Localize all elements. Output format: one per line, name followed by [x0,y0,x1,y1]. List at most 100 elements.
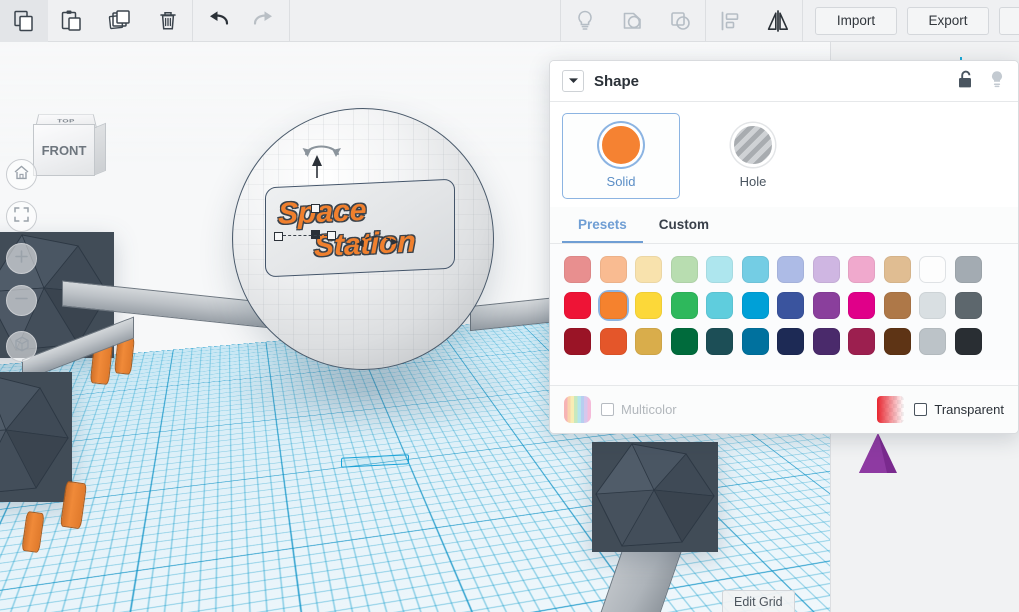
color-swatch-wrap[interactable] [635,256,662,283]
color-swatch-wrap[interactable] [706,256,733,283]
selection-handle-top[interactable] [311,204,320,213]
transparent-checkbox[interactable] [914,403,928,416]
color-swatch-wrap[interactable] [848,292,875,319]
color-swatch[interactable] [599,292,627,319]
color-swatch-wrap[interactable] [599,328,627,355]
color-swatch-wrap[interactable] [706,292,733,319]
color-swatch-wrap[interactable] [848,256,875,283]
color-swatch-wrap[interactable] [919,256,946,283]
color-swatch-wrap[interactable] [812,328,840,355]
color-swatch-wrap[interactable] [919,292,946,319]
color-swatch-wrap[interactable] [777,256,804,283]
undo-button[interactable] [193,0,241,42]
color-swatch[interactable] [635,328,662,355]
scene-polyhedron-right[interactable] [592,442,718,552]
color-swatch[interactable] [919,328,946,355]
scene-text-plate[interactable]: Space Station [265,178,455,278]
color-swatch-wrap[interactable] [670,256,698,283]
color-swatch-wrap[interactable] [741,328,769,355]
color-swatch-wrap[interactable] [741,256,769,283]
color-swatch-wrap[interactable] [706,328,733,355]
color-swatch[interactable] [883,328,911,355]
color-swatch-wrap[interactable] [635,328,662,355]
color-swatch[interactable] [670,256,698,283]
color-swatch[interactable] [670,292,698,319]
color-swatch[interactable] [564,292,591,319]
multicolor-checkbox[interactable] [601,403,614,416]
zoom-in-button[interactable] [6,243,37,274]
color-swatch[interactable] [635,256,662,283]
color-swatch-wrap[interactable] [883,328,911,355]
color-swatch-wrap[interactable] [564,328,591,355]
redo-button[interactable] [241,0,289,42]
color-swatch[interactable] [883,292,911,319]
color-swatch-wrap[interactable] [599,292,627,319]
shape-hint-button[interactable] [988,69,1006,94]
fit-to-view-button[interactable] [6,201,37,232]
color-swatch-wrap[interactable] [848,328,875,355]
color-swatch-wrap[interactable] [954,292,982,319]
color-swatch[interactable] [706,328,733,355]
export-button[interactable]: Export [907,6,989,35]
color-swatch[interactable] [848,328,875,355]
align-button[interactable] [706,0,754,42]
color-swatch-wrap[interactable] [883,256,911,283]
hint-button[interactable] [561,0,609,42]
perspective-toggle-button[interactable] [6,331,37,362]
color-swatch-wrap[interactable] [670,292,698,319]
color-swatch-wrap[interactable] [599,256,627,283]
color-swatch-wrap[interactable] [635,292,662,319]
home-view-button[interactable] [6,159,37,190]
rotate-handle-icon[interactable] [300,138,341,168]
color-swatch-wrap[interactable] [564,256,591,283]
color-swatch[interactable] [848,256,875,283]
color-swatch[interactable] [741,328,769,355]
color-swatch[interactable] [706,292,733,319]
selection-handle-right[interactable] [327,231,336,240]
color-swatch[interactable] [564,256,591,283]
color-swatch[interactable] [848,292,875,319]
view-cube-front-face[interactable]: FRONT [33,124,95,176]
color-swatch-wrap[interactable] [777,292,804,319]
view-cube[interactable]: TOP FRONT [25,102,107,180]
zoom-out-button[interactable] [6,285,37,316]
selection-handle-left[interactable] [274,232,283,241]
color-swatch[interactable] [706,256,733,283]
color-swatch-wrap[interactable] [954,256,982,283]
color-swatch[interactable] [564,328,591,355]
color-swatch-wrap[interactable] [812,256,840,283]
paste-button[interactable] [48,0,96,42]
mirror-button[interactable] [754,0,802,42]
color-swatch-wrap[interactable] [919,328,946,355]
color-swatch[interactable] [670,328,698,355]
color-swatch[interactable] [741,256,769,283]
color-swatch-wrap[interactable] [670,328,698,355]
color-swatch[interactable] [954,292,982,319]
delete-button[interactable] [144,0,192,42]
ungroup-button[interactable] [657,0,705,42]
collapse-panel-button[interactable] [562,70,584,92]
nudge-arrow-icon[interactable] [355,234,401,257]
color-swatch[interactable] [599,256,627,283]
color-swatch[interactable] [635,292,662,319]
color-swatch[interactable] [777,328,804,355]
color-swatch[interactable] [777,256,804,283]
color-swatch[interactable] [812,256,840,283]
tab-custom[interactable]: Custom [643,207,725,243]
color-swatch-wrap[interactable] [954,328,982,355]
color-swatch[interactable] [777,292,804,319]
duplicate-button[interactable] [96,0,144,42]
edit-grid-button[interactable]: Edit Grid [722,590,795,612]
color-swatch[interactable] [883,256,911,283]
color-swatch[interactable] [919,256,946,283]
color-swatch[interactable] [741,292,769,319]
tab-presets[interactable]: Presets [562,207,643,243]
color-swatch-wrap[interactable] [777,328,804,355]
color-swatch[interactable] [812,328,840,355]
hole-mode-option[interactable]: Hole [694,113,812,199]
solid-mode-option[interactable]: Solid [562,113,680,199]
color-swatch-wrap[interactable] [883,292,911,319]
color-swatch[interactable] [954,328,982,355]
color-swatch[interactable] [954,256,982,283]
copy-button[interactable] [0,0,48,42]
